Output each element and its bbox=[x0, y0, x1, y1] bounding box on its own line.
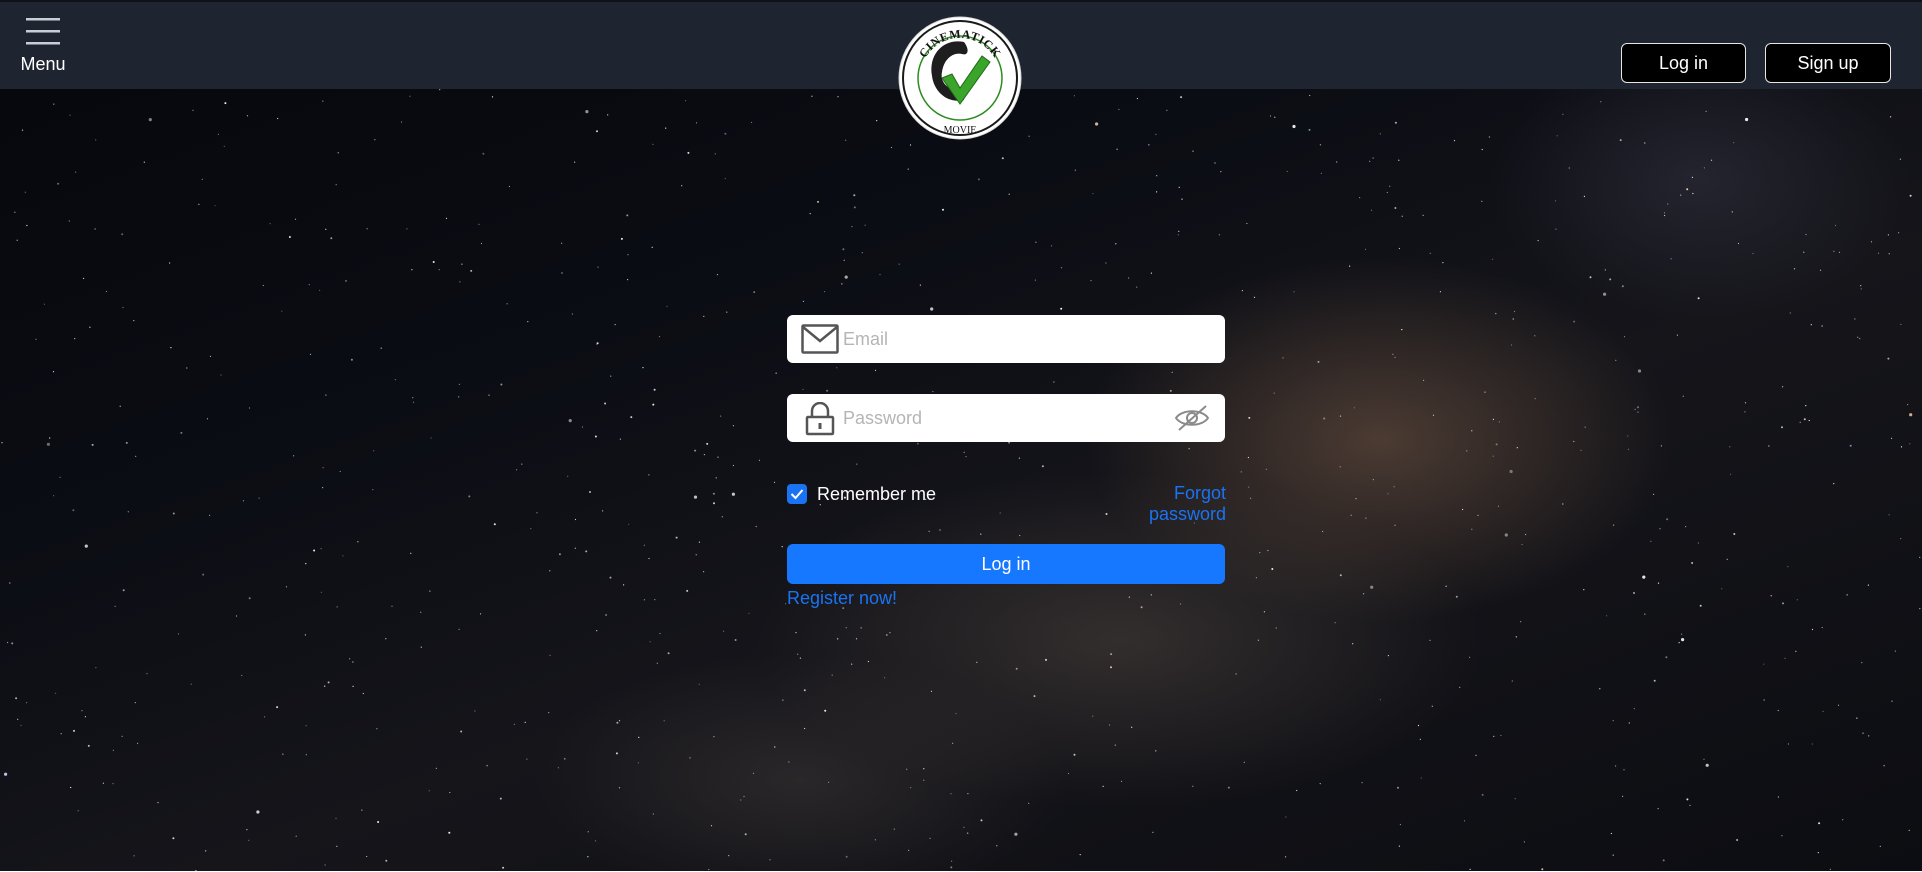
envelope-icon bbox=[801, 324, 839, 354]
password-field[interactable] bbox=[787, 394, 1225, 442]
checkmark-logo-icon: CINEMATICK MOVIE bbox=[898, 16, 1022, 140]
email-field[interactable] bbox=[787, 315, 1225, 363]
remember-me-label: Remember me bbox=[817, 483, 937, 504]
lock-icon bbox=[805, 402, 835, 436]
header-login-button[interactable]: Log in bbox=[1621, 43, 1746, 83]
remember-me-checkbox[interactable]: Remember me bbox=[787, 483, 936, 505]
hamburger-icon bbox=[26, 18, 60, 45]
menu-button[interactable]: Menu bbox=[10, 14, 76, 84]
checkmark-icon bbox=[790, 489, 804, 500]
email-input[interactable] bbox=[843, 315, 1143, 363]
login-submit-button[interactable]: Log in bbox=[787, 544, 1225, 584]
checkbox-checked[interactable] bbox=[787, 484, 807, 504]
page: Menu Log in Sign up CINEMATICK MOVIE Ema… bbox=[0, 0, 1922, 872]
menu-label: Menu bbox=[20, 54, 66, 74]
eye-slash-icon[interactable] bbox=[1173, 403, 1211, 433]
header-signup-button[interactable]: Sign up bbox=[1765, 43, 1891, 83]
password-input[interactable] bbox=[843, 394, 1143, 442]
site-logo[interactable]: CINEMATICK MOVIE bbox=[898, 16, 1022, 140]
forgot-password-link[interactable]: Forgot password bbox=[1094, 483, 1226, 524]
logo-bottom-text: MOVIE bbox=[944, 125, 977, 136]
register-link[interactable]: Register now! bbox=[787, 588, 897, 609]
